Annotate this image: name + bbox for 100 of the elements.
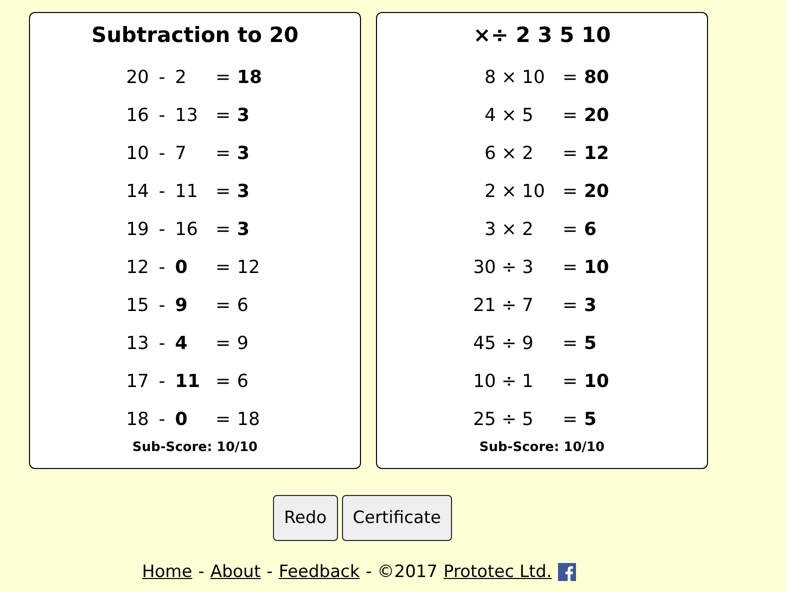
operand-text: 11	[175, 180, 199, 202]
operand-text: 2	[484, 180, 496, 202]
operand-text: 10	[125, 142, 149, 164]
result-text: 9	[237, 332, 250, 354]
equals-sign: =	[214, 180, 232, 202]
result-text: 10	[584, 256, 610, 278]
equals-sign: =	[561, 66, 579, 88]
operand-text: 9	[175, 294, 189, 316]
operand-text: 20	[125, 66, 149, 88]
sub-score: Sub-Score: 10/10	[132, 440, 258, 455]
operand-text: 1	[522, 370, 534, 392]
footer-link[interactable]: About	[210, 562, 261, 582]
operand-text: 10	[522, 180, 546, 202]
equals-sign: =	[214, 256, 232, 278]
equals-sign: =	[214, 142, 232, 164]
equals-sign: =	[214, 66, 232, 88]
operand-text: 13	[125, 332, 149, 354]
equals-sign: =	[561, 256, 579, 278]
operator-text: -	[158, 66, 166, 88]
equals-sign: =	[561, 180, 579, 202]
operand-text: 12	[125, 256, 149, 278]
result-text: 3	[237, 218, 251, 240]
result-text: 20	[584, 180, 610, 202]
operand-text: 9	[522, 332, 534, 354]
operator-text: -	[158, 104, 166, 126]
result-text: 12	[237, 256, 261, 278]
result-text: 5	[584, 332, 598, 354]
result-text: 10	[584, 370, 610, 392]
operator-text: ×	[500, 66, 518, 88]
equals-sign: =	[214, 294, 232, 316]
operand-text: 4	[484, 104, 496, 126]
operand-text: 2	[175, 66, 188, 88]
operand-text: 25	[472, 408, 496, 430]
operand-text: 45	[472, 332, 496, 354]
result-text: 3	[237, 180, 251, 202]
equals-sign: =	[214, 332, 232, 354]
operand-text: 7	[175, 142, 188, 164]
action-button[interactable]: Certificate	[342, 495, 452, 541]
operand-text: 15	[125, 294, 149, 316]
operator-text: ÷	[500, 332, 518, 354]
facebook-icon[interactable]	[558, 563, 576, 581]
operator-text: -	[158, 180, 166, 202]
operand-text: 18	[125, 408, 149, 430]
operand-text: 6	[484, 142, 496, 164]
operand-text: 10	[472, 370, 496, 392]
operand-text: 16	[175, 218, 199, 240]
equals-sign: =	[561, 408, 579, 430]
footer-link[interactable]: Prototec Ltd.	[444, 562, 552, 582]
operand-text: 14	[125, 180, 149, 202]
result-text: 20	[584, 104, 610, 126]
footer-text: -	[198, 562, 204, 582]
result-text: 6	[584, 218, 598, 240]
equals-sign: =	[214, 104, 232, 126]
operand-text: 30	[472, 256, 496, 278]
equals-sign: =	[561, 218, 579, 240]
operator-text: -	[158, 332, 166, 354]
equals-sign: =	[214, 370, 232, 392]
operand-text: 2	[522, 218, 534, 240]
operator-text: ×	[500, 180, 518, 202]
result-text: 3	[584, 294, 598, 316]
operator-text: -	[158, 142, 166, 164]
operand-text: 16	[125, 104, 149, 126]
result-text: 5	[584, 408, 598, 430]
operand-text: 3	[484, 218, 496, 240]
equals-sign: =	[561, 332, 579, 354]
equals-sign: =	[214, 218, 232, 240]
operand-text: 4	[175, 332, 189, 354]
operand-text: 3	[522, 256, 534, 278]
operator-text: -	[158, 408, 166, 430]
operator-text: -	[158, 370, 166, 392]
panel-title: Subtraction to 20	[91, 23, 299, 49]
footer-link[interactable]: Home	[142, 562, 192, 582]
equals-sign: =	[561, 294, 579, 316]
result-text: 3	[237, 142, 251, 164]
operand-text: 8	[484, 66, 496, 88]
operand-text: 0	[175, 408, 189, 430]
operand-text: 19	[125, 218, 149, 240]
result-text: 12	[584, 142, 610, 164]
footer-text: - ©2017	[366, 562, 438, 582]
result-text: 6	[237, 370, 250, 392]
operator-text: ×	[500, 142, 518, 164]
footer-link[interactable]: Feedback	[278, 562, 360, 582]
operator-text: -	[158, 294, 166, 316]
operator-text: ÷	[500, 256, 518, 278]
result-text: 80	[584, 66, 610, 88]
action-button[interactable]: Redo	[273, 495, 338, 541]
result-text: 3	[237, 104, 251, 126]
operand-text: 2	[522, 142, 534, 164]
footer-text: -	[266, 562, 273, 582]
operator-text: ×	[500, 104, 518, 126]
result-text: 18	[237, 66, 264, 88]
panel-title: ×÷ 2 3 5 10	[473, 23, 611, 49]
operand-text: 13	[175, 104, 199, 126]
result-text: 6	[237, 294, 250, 316]
operator-text: ×	[500, 218, 518, 240]
result-text: 18	[237, 408, 261, 430]
operand-text: 5	[522, 408, 534, 430]
operator-text: -	[158, 218, 166, 240]
operator-text: ÷	[500, 294, 518, 316]
operand-text: 17	[125, 370, 149, 392]
